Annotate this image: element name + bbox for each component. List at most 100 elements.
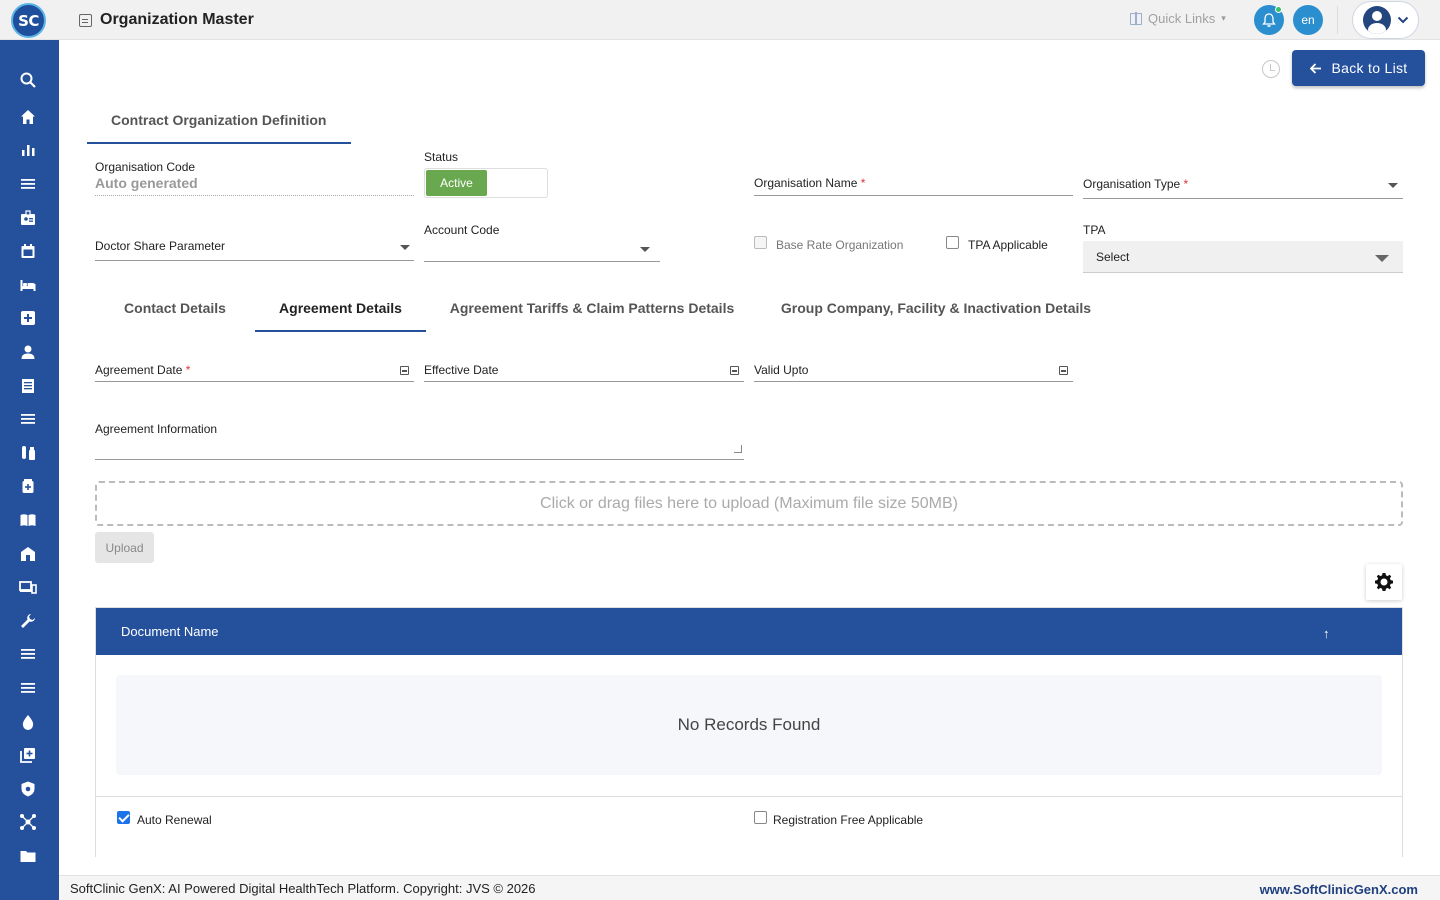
caret-down-icon: ▾ <box>1221 13 1226 23</box>
required-mark: * <box>1183 177 1189 191</box>
chevron-down-icon <box>1397 16 1409 24</box>
header-divider <box>1337 6 1338 34</box>
menu-icon[interactable] <box>16 172 40 196</box>
menu-icon[interactable] <box>16 642 40 666</box>
documents-grid: Document Name ↑ No Records Found <box>95 607 1403 797</box>
calendar-icon[interactable] <box>16 239 40 263</box>
agreement-info-textarea[interactable] <box>95 459 744 460</box>
registration-free-checkbox[interactable] <box>754 811 767 824</box>
tab-agreement-details[interactable]: Agreement Details <box>255 292 426 332</box>
agreement-date-label: Agreement Date * <box>95 363 190 377</box>
org-name-input[interactable] <box>754 195 1073 196</box>
tpa-select-value: Select <box>1096 250 1130 264</box>
org-type-dropdown-arrow-icon[interactable] <box>1388 183 1398 188</box>
bar-chart-icon[interactable] <box>16 138 40 162</box>
tab-agreement-tariffs[interactable]: Agreement Tariffs & Claim Patterns Detai… <box>426 292 758 332</box>
language-button[interactable]: en <box>1293 5 1323 35</box>
upload-button[interactable]: Upload <box>95 532 154 563</box>
base-rate-checkbox[interactable] <box>754 236 767 249</box>
tab-contract-organization-definition[interactable]: Contract Organization Definition <box>87 105 351 144</box>
website-link[interactable]: www.SoftClinicGenX.com <box>1260 882 1418 897</box>
doctor-share-select[interactable] <box>95 260 414 261</box>
search-icon[interactable] <box>16 68 40 92</box>
effective-date-label: Effective Date <box>424 363 499 377</box>
bottom-options <box>95 797 1403 857</box>
base-rate-label: Base Rate Organization <box>776 238 904 252</box>
book-icon[interactable] <box>16 508 40 532</box>
gear-icon <box>1375 573 1393 591</box>
user-menu-button[interactable] <box>1352 1 1419 39</box>
devices-icon[interactable] <box>16 575 40 599</box>
medical-plus-icon[interactable] <box>16 306 40 330</box>
org-type-select[interactable] <box>1083 198 1403 199</box>
logo-letter-c: C <box>28 11 39 30</box>
auto-renewal-label: Auto Renewal <box>137 813 212 827</box>
person-icon[interactable] <box>16 340 40 364</box>
quick-links-menu[interactable]: Quick Links ▾ <box>1130 11 1226 26</box>
gift-icon <box>1130 11 1142 25</box>
tpa-applicable-checkbox[interactable] <box>946 236 959 249</box>
tab-group-company[interactable]: Group Company, Facility & Inactivation D… <box>758 292 1114 332</box>
sort-arrow-up-icon[interactable]: ↑ <box>1323 626 1330 641</box>
badge-icon[interactable] <box>16 206 40 230</box>
notifications-button[interactable] <box>1254 5 1284 35</box>
tpa-select[interactable]: Select <box>1083 241 1403 273</box>
drop-icon[interactable] <box>16 710 40 734</box>
agreement-date-input[interactable] <box>95 381 414 382</box>
tpa-label: TPA <box>1083 223 1106 237</box>
list-icon[interactable] <box>16 407 40 431</box>
auto-renewal-checkbox[interactable] <box>117 811 130 824</box>
grid-settings-button[interactable] <box>1366 564 1402 600</box>
org-name-label: Organisation Name * <box>754 176 865 190</box>
shield-icon[interactable] <box>16 777 40 801</box>
building-icon[interactable] <box>16 542 40 566</box>
back-to-list-button[interactable]: Back to List <box>1292 50 1425 86</box>
folder-icon[interactable] <box>16 844 40 868</box>
doctor-share-dropdown-arrow-icon[interactable] <box>400 245 410 250</box>
medicine-box-icon[interactable] <box>16 474 40 498</box>
notification-dot <box>1275 6 1282 13</box>
add-box-icon[interactable] <box>16 743 40 767</box>
registration-free-label: Registration Free Applicable <box>773 813 924 827</box>
receipt-icon[interactable] <box>16 374 40 398</box>
bell-icon <box>1262 12 1276 27</box>
resize-handle-icon[interactable] <box>734 445 742 453</box>
tpa-applicable-label: TPA Applicable <box>968 238 1048 252</box>
org-type-label: Organisation Type * <box>1083 177 1188 191</box>
arrow-left-icon <box>1309 62 1321 74</box>
history-icon[interactable] <box>1262 60 1280 78</box>
home-icon[interactable] <box>16 105 40 129</box>
org-code-label: Organisation Code <box>95 160 196 174</box>
lab-icon[interactable] <box>16 441 40 465</box>
valid-upto-label: Valid Upto <box>754 363 809 377</box>
agreement-date-calendar-icon[interactable] <box>400 366 409 375</box>
menu-icon[interactable] <box>16 676 40 700</box>
page-icon <box>79 14 92 27</box>
app-logo[interactable]: SC <box>11 3 46 38</box>
account-code-label: Account Code <box>424 223 500 237</box>
column-document-name[interactable]: Document Name <box>121 624 219 639</box>
avatar <box>1363 6 1391 34</box>
grid-header: Document Name ↑ <box>96 608 1402 655</box>
valid-upto-calendar-icon[interactable] <box>1059 366 1068 375</box>
org-code-underline <box>95 195 414 196</box>
network-icon[interactable] <box>16 810 40 834</box>
status-toggle[interactable]: Active <box>424 168 548 198</box>
footer: SoftClinic GenX: AI Powered Digital Heal… <box>59 875 1440 900</box>
account-code-dropdown-arrow-icon[interactable] <box>640 247 650 252</box>
wrench-icon[interactable] <box>16 609 40 633</box>
copyright-text: SoftClinic GenX: AI Powered Digital Heal… <box>70 881 536 896</box>
account-code-select[interactable] <box>424 261 660 262</box>
bed-icon[interactable] <box>16 273 40 297</box>
quick-links-label: Quick Links <box>1148 11 1216 26</box>
back-to-list-label: Back to List <box>1331 60 1408 76</box>
effective-date-input[interactable] <box>424 381 744 382</box>
valid-upto-input[interactable] <box>754 381 1073 382</box>
tab-contact-details[interactable]: Contact Details <box>95 292 255 332</box>
doctor-share-label: Doctor Share Parameter <box>95 239 226 253</box>
org-name-label-text: Organisation Name <box>754 176 858 190</box>
file-dropzone[interactable]: Click or drag files here to upload (Maxi… <box>95 481 1403 526</box>
page-title: Organization Master <box>100 11 254 28</box>
empty-state: No Records Found <box>116 675 1382 775</box>
effective-date-calendar-icon[interactable] <box>730 366 739 375</box>
